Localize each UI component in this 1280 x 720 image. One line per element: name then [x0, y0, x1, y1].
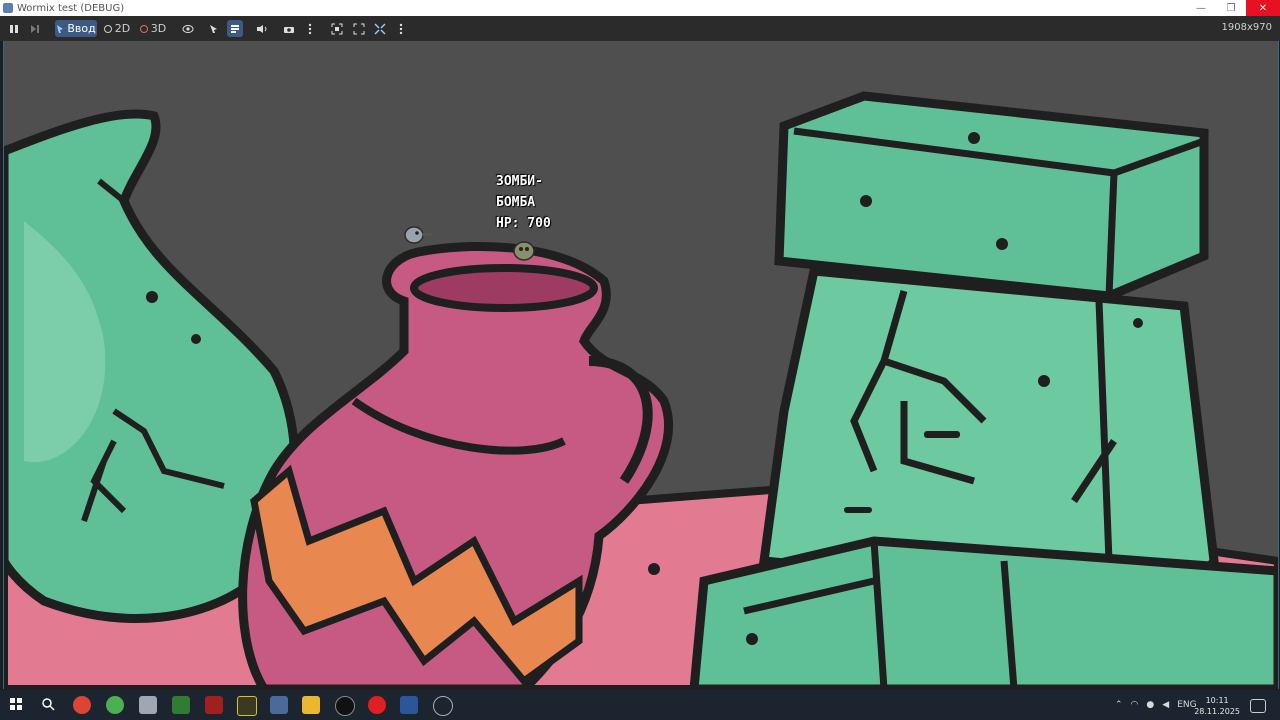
fullscreen-icon: [374, 22, 386, 35]
mode-2d-button[interactable]: 2D: [103, 20, 131, 37]
word-icon[interactable]: [400, 696, 418, 714]
resolution-readout: 1908x970: [1221, 22, 1272, 33]
file-explorer-icon[interactable]: [302, 696, 320, 714]
mode-3d-button[interactable]: 3D: [139, 20, 167, 37]
volume-icon[interactable]: ◀: [1162, 700, 1169, 710]
notifications-icon[interactable]: [1250, 699, 1266, 713]
fullscreen-button[interactable]: [372, 20, 388, 37]
clock-time: 10:11: [1205, 696, 1229, 705]
audio-button[interactable]: [254, 20, 270, 37]
expand-icon: [353, 23, 365, 34]
capture-icon: [331, 23, 343, 34]
speaker-icon: [257, 24, 267, 33]
mode-2d-label: 2D: [114, 22, 131, 35]
step-icon: [31, 24, 39, 33]
radio-3d-icon: [139, 24, 148, 33]
game-scene: [4, 91, 1278, 689]
unit-nameplate: ЗОМБИ- БОМБА HP: 700: [496, 171, 551, 234]
select-tool-button[interactable]: [206, 20, 222, 37]
camera-icon: [284, 26, 294, 33]
unit-hp: HP: 700: [496, 216, 551, 231]
app-icon-3[interactable]: [139, 696, 157, 714]
player-worm: [404, 226, 432, 244]
app-icon-9[interactable]: [335, 696, 355, 716]
godot-icon[interactable]: [270, 696, 288, 714]
mic-icon[interactable]: ●: [1146, 700, 1154, 710]
stone-top: [774, 91, 1209, 301]
screenshot-button[interactable]: [329, 20, 345, 37]
yandex-browser-icon[interactable]: [368, 696, 386, 714]
restore-button[interactable]: ❐: [1216, 0, 1246, 16]
step-button[interactable]: [27, 20, 43, 37]
visibility-button[interactable]: [180, 20, 196, 37]
app-icon-5[interactable]: [205, 696, 223, 714]
chrome-icon[interactable]: [73, 696, 91, 714]
debug-toolbar: Ввод 2D 3D 1908x970: [0, 16, 1280, 41]
clock[interactable]: 10:11 28.11.2025: [1194, 695, 1240, 717]
window-titlebar: Wormix test (DEBUG) — ❐ ✕: [0, 0, 1280, 16]
cursor-icon: [210, 24, 217, 33]
more-options-button[interactable]: [304, 20, 316, 37]
pause-button[interactable]: [6, 20, 22, 37]
eye-icon: [182, 24, 194, 33]
system-tray: ⌃ ◠ ● ◀ ENG: [1115, 690, 1197, 720]
zombie-bomb-worm: [513, 241, 535, 261]
list-tool-button[interactable]: [227, 20, 243, 37]
app-icon-6[interactable]: [237, 696, 257, 716]
kebab-icon: [399, 23, 403, 34]
nvidia-icon[interactable]: [172, 696, 190, 714]
close-button[interactable]: ✕: [1246, 0, 1280, 16]
fit-view-button[interactable]: [351, 20, 367, 37]
start-button[interactable]: [8, 696, 26, 714]
input-mode-button[interactable]: Ввод: [55, 20, 97, 37]
list-icon: [231, 24, 239, 33]
window-title: Wormix test (DEBUG): [17, 2, 125, 14]
input-icon: [57, 24, 64, 33]
clock-date: 28.11.2025: [1194, 707, 1240, 716]
search-icon: [42, 698, 55, 711]
app-icon-12[interactable]: [433, 696, 453, 716]
whatsapp-icon[interactable]: [106, 696, 124, 714]
unit-name-line1: ЗОМБИ-: [496, 174, 543, 189]
radio-2d-icon: [103, 24, 112, 33]
stone-base: [689, 536, 1278, 689]
taskbar: ⌃ ◠ ● ◀ ENG 10:11 28.11.2025: [0, 690, 1280, 720]
search-button[interactable]: [40, 696, 58, 714]
input-mode-label: Ввод: [67, 22, 96, 35]
more-options-button-2[interactable]: [395, 20, 407, 37]
camera-button[interactable]: [281, 20, 297, 37]
kebab-icon: [308, 23, 312, 34]
pause-icon: [10, 24, 18, 33]
network-icon[interactable]: ◠: [1131, 700, 1139, 710]
mode-3d-label: 3D: [150, 22, 167, 35]
windows-logo-icon: [10, 698, 22, 710]
game-viewport[interactable]: ЗОМБИ- БОМБА HP: 700: [3, 41, 1279, 689]
app-icon: [3, 3, 13, 13]
chevron-up-icon[interactable]: ⌃: [1115, 700, 1123, 710]
unit-name-line2: БОМБА: [496, 195, 536, 210]
minimize-button[interactable]: —: [1186, 0, 1216, 16]
